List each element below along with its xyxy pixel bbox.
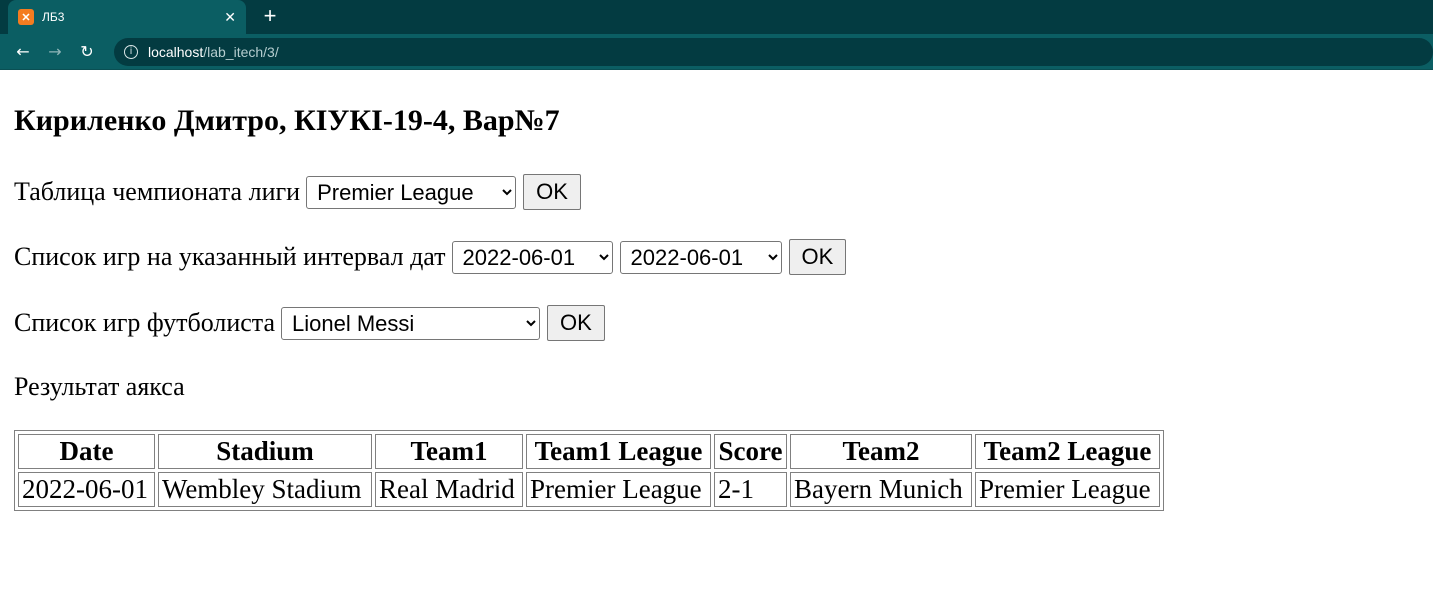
player-select[interactable]: Lionel Messi <box>281 306 541 340</box>
url-path: /lab_itech/3/ <box>203 43 279 60</box>
close-icon[interactable]: ✕ <box>224 9 236 26</box>
league-form: Таблица чемпионата лиги Premier League O… <box>14 174 581 210</box>
tab-title: ЛБ3 <box>42 10 65 24</box>
results-table: Date Stadium Team1 Team1 League Score Te… <box>14 430 1164 511</box>
table-header-row: Date Stadium Team1 Team1 League Score Te… <box>18 434 1160 469</box>
cell-score: 2-1 <box>714 472 787 507</box>
player-ok-button[interactable]: OK <box>547 305 605 341</box>
cell-team2-league: Premier League <box>975 472 1160 507</box>
cell-team2: Bayern Munich <box>790 472 972 507</box>
header-team2: Team2 <box>790 434 972 469</box>
url-host: localhost <box>147 43 204 60</box>
cell-team1: Real Madrid <box>375 472 523 507</box>
date-from-select[interactable]: 2022-06-01 <box>451 240 613 274</box>
league-form-label: Таблица чемпионата лиги <box>14 177 301 206</box>
header-date: Date <box>18 434 155 469</box>
dates-ok-button[interactable]: OK <box>788 239 847 275</box>
ajax-result-label: Результат аякса <box>14 372 185 401</box>
header-team2-league: Team2 League <box>975 434 1160 469</box>
page-heading: Кириленко Дмитро, КІУКІ-19-4, Вар№7 <box>14 104 560 137</box>
dates-form: Список игр на указанный интервал дат 202… <box>14 239 847 275</box>
league-ok-button[interactable]: OK <box>523 174 581 210</box>
info-icon[interactable]: i <box>123 44 138 59</box>
cell-team1-league: Premier League <box>526 472 711 507</box>
league-select[interactable]: Premier League <box>306 175 517 209</box>
cell-stadium: Wembley Stadium <box>158 472 372 507</box>
cell-date: 2022-06-01 <box>18 472 155 507</box>
player-form: Список игр футболиста Lionel Messi OK <box>14 305 605 341</box>
header-team1-league: Team1 League <box>526 434 711 469</box>
tab-bar: ✕ ЛБ3 ✕ + <box>0 0 1433 34</box>
reload-icon[interactable]: ↻ <box>74 39 100 65</box>
browser-tab[interactable]: ✕ ЛБ3 ✕ <box>8 0 246 34</box>
back-arrow-icon[interactable]: ← <box>10 39 36 65</box>
xampp-icon: ✕ <box>18 9 34 25</box>
address-bar[interactable]: i localhost/lab_itech/3/ <box>113 37 1433 66</box>
browser-toolbar: ← → ↻ i localhost/lab_itech/3/ <box>0 34 1433 70</box>
header-stadium: Stadium <box>158 434 372 469</box>
forward-arrow-icon[interactable]: → <box>42 39 68 65</box>
header-team1: Team1 <box>375 434 523 469</box>
header-score: Score <box>714 434 787 469</box>
player-form-label: Список игр футболиста <box>14 308 276 337</box>
dates-form-label: Список игр на указанный интервал дат <box>14 242 446 271</box>
date-to-select[interactable]: 2022-06-01 <box>619 240 782 274</box>
table-row: 2022-06-01 Wembley Stadium Real Madrid P… <box>18 472 1160 507</box>
new-tab-button[interactable]: + <box>258 4 282 28</box>
